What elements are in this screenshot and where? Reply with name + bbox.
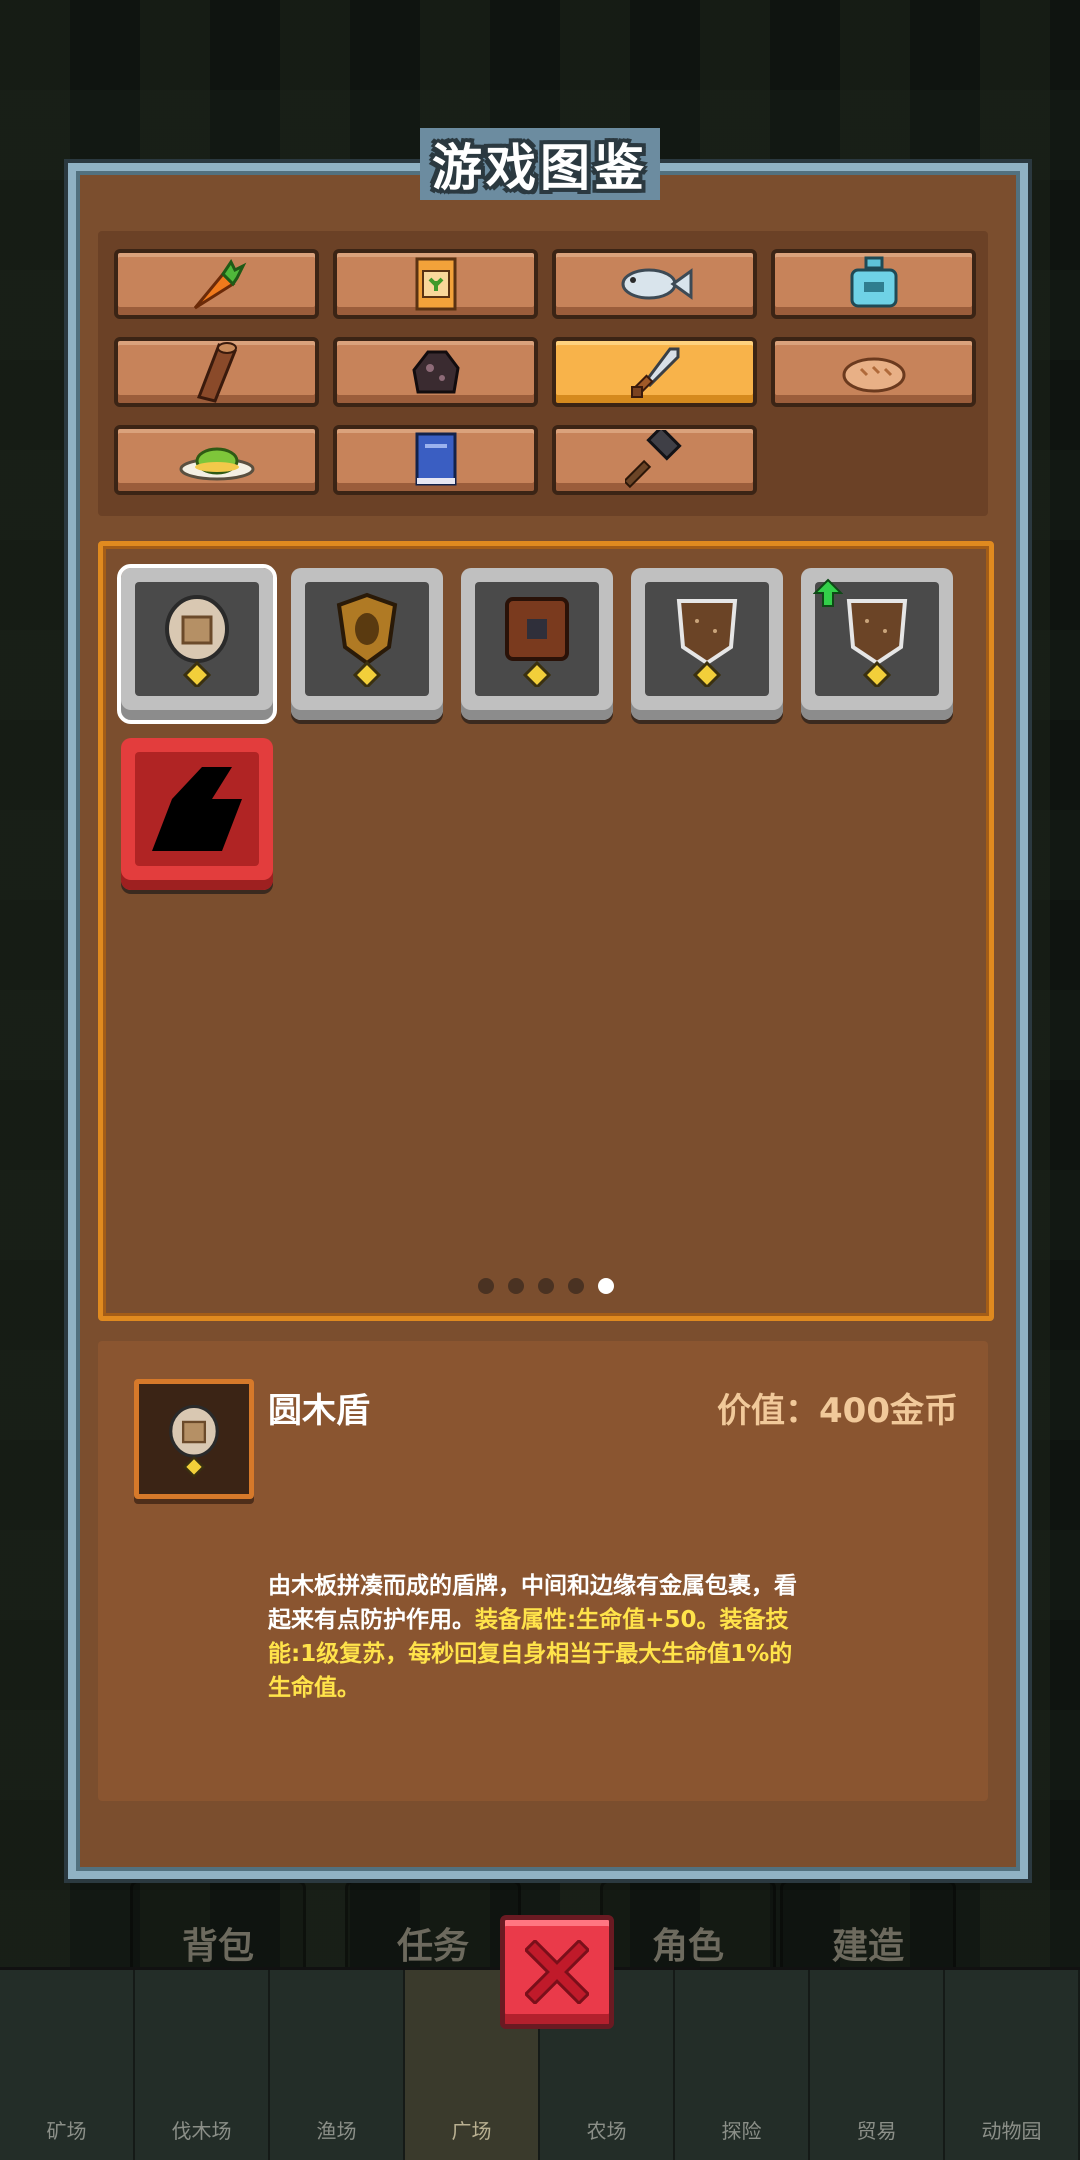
category-tab-fish[interactable] [552, 249, 757, 319]
page-dot[interactable] [538, 1278, 554, 1294]
fish-icon [621, 268, 692, 300]
bg-hud-text: 角色 [651, 1926, 724, 1967]
detail-item-value: 价值：400金币 [717, 1391, 958, 1431]
bottom-tab: 渔场 [270, 1970, 405, 2160]
tab-label: 探险 [721, 2119, 762, 2143]
sword-icon [630, 347, 679, 398]
item-slot-inner [475, 582, 599, 696]
item-slot-inner [305, 582, 429, 696]
category-tab-wood[interactable] [114, 337, 319, 407]
hammer-icon [624, 430, 682, 489]
wooden-shield-icon [676, 599, 738, 687]
items-panel [98, 541, 994, 1321]
tab-label: 矿场 [46, 2119, 87, 2143]
dish-icon [179, 447, 254, 481]
potion-icon [850, 256, 897, 308]
close-button[interactable] [500, 1915, 614, 2029]
category-grid [114, 249, 976, 495]
ore-icon [411, 350, 460, 394]
carrot-icon [193, 259, 246, 310]
category-tab-books[interactable] [333, 425, 538, 495]
item-slot-inner [645, 582, 769, 696]
upgrade-arrow-icon [813, 578, 843, 607]
category-tab-ores[interactable] [333, 337, 538, 407]
item-slot-wooden-shield[interactable] [631, 568, 783, 720]
page-dot[interactable] [568, 1278, 584, 1294]
category-tab-dishes[interactable] [114, 425, 319, 495]
log-icon [196, 342, 237, 403]
tab-label: 贸易 [856, 2119, 897, 2143]
wooden-shield-icon [846, 599, 908, 687]
tab-label: 广场 [451, 2119, 492, 2143]
bg-hud-text: 背包 [181, 1926, 254, 1967]
bottom-tab: 矿场 [0, 1970, 135, 2160]
locked-silhouette-icon [152, 767, 242, 851]
collection-dialog: 圆木盾 价值：400金币 由木板拼凑而成的盾牌，中间和边缘有金属包裹，看起来有点… [68, 163, 1028, 1879]
bottom-tab: 贸易 [810, 1970, 945, 2160]
dialog-title-wrap: 游戏图鉴 [0, 128, 1080, 200]
page-dot[interactable] [478, 1278, 494, 1294]
detail-item-icon [134, 1379, 254, 1499]
bottom-tab: 伐木场 [135, 1970, 270, 2160]
tab-label: 渔场 [316, 2119, 357, 2143]
category-tab-potions[interactable] [771, 249, 976, 319]
item-slot-locked[interactable] [121, 738, 273, 890]
page-dot[interactable] [508, 1278, 524, 1294]
book-icon [415, 432, 456, 486]
tab-label: 动物园 [981, 2119, 1042, 2143]
category-tab-tools[interactable] [552, 425, 757, 495]
bronze-shield-icon [336, 592, 398, 687]
round-shield-icon [165, 595, 229, 687]
detail-item-name: 圆木盾 [268, 1391, 370, 1431]
item-slot-inner [135, 752, 259, 866]
round-shield-icon [169, 1404, 219, 1478]
leather-shield-icon [505, 597, 569, 687]
tab-label: 伐木场 [171, 2119, 232, 2143]
bg-hud-text: 建造 [831, 1926, 904, 1967]
seed-pack-icon [415, 257, 456, 311]
detail-item-description: 由木板拼凑而成的盾牌，中间和边缘有金属包裹，看起来有点防护作用。装备属性:生命值… [268, 1569, 808, 1705]
category-tab-vegetables[interactable] [114, 249, 319, 319]
category-tab-food[interactable] [771, 337, 976, 407]
dialog-title: 游戏图鉴 [420, 128, 660, 200]
tab-label: 农场 [586, 2119, 627, 2143]
page-dot-active[interactable] [598, 1278, 614, 1294]
page-indicator [103, 1278, 989, 1294]
bg-hud-text: 任务 [396, 1926, 469, 1967]
category-tab-equipment[interactable] [552, 337, 757, 407]
item-slot-round-wood-shield[interactable] [117, 564, 277, 724]
category-tab-seeds[interactable] [333, 249, 538, 319]
bottom-tab: 动物园 [945, 1970, 1080, 2160]
category-panel [98, 231, 988, 516]
bottom-tab: 探险 [675, 1970, 810, 2160]
item-slot-upgraded-wooden-shield[interactable] [801, 568, 953, 720]
item-slot-bronze-shield[interactable] [291, 568, 443, 720]
close-icon [525, 1940, 589, 2004]
bread-icon [842, 357, 905, 393]
item-slot-leather-shield[interactable] [461, 568, 613, 720]
item-slot-inner [135, 582, 259, 696]
item-detail-panel: 圆木盾 价值：400金币 由木板拼凑而成的盾牌，中间和边缘有金属包裹，看起来有点… [98, 1341, 988, 1801]
